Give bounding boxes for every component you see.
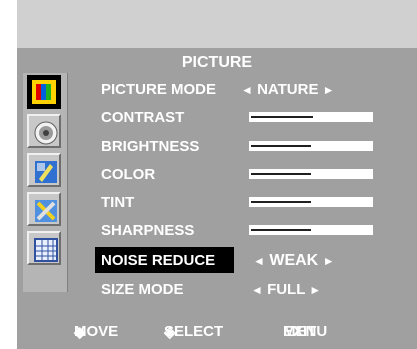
menu-item-label: TINT bbox=[101, 194, 135, 211]
brightness-slider[interactable] bbox=[249, 141, 373, 151]
menu-item-noise-reduce[interactable]: NOISE REDUCE ◄ WEAK ► bbox=[95, 247, 411, 273]
sound-icon bbox=[34, 121, 58, 145]
menu-item-label: BRIGHTNESS bbox=[101, 138, 200, 155]
picture-mode-value[interactable]: ◄ NATURE ► bbox=[241, 81, 335, 98]
slider-fill bbox=[251, 173, 311, 175]
menu-item-tint[interactable]: TINT bbox=[101, 191, 411, 213]
menu-item-sharpness[interactable]: SHARPNESS bbox=[101, 219, 411, 241]
osd-panel: PICTURE PICTURE MODE ◄ NATURE ► CONTRAST… bbox=[17, 48, 417, 349]
menu-item-label: NOISE REDUCE bbox=[101, 252, 216, 269]
sidebar-item-picture[interactable] bbox=[27, 75, 61, 109]
sidebar bbox=[23, 73, 68, 292]
contrast-slider[interactable] bbox=[249, 112, 373, 122]
menu-title: PICTURE bbox=[181, 54, 253, 71]
menu-item-label: PICTURE MODE bbox=[101, 81, 217, 98]
sidebar-item-sound[interactable] bbox=[27, 114, 61, 148]
tint-slider[interactable] bbox=[249, 197, 373, 207]
slider-fill bbox=[251, 116, 313, 118]
menu-item-contrast[interactable]: CONTRAST bbox=[101, 106, 411, 128]
menu-item-color[interactable]: COLOR bbox=[101, 163, 411, 185]
grid-icon bbox=[34, 238, 58, 262]
color-slider[interactable] bbox=[249, 169, 373, 179]
right-arrow-icon[interactable]: ► bbox=[323, 254, 335, 268]
menu-item-brightness[interactable]: BRIGHTNESS bbox=[101, 135, 411, 157]
size-mode-value[interactable]: ◄ FULL ► bbox=[251, 281, 321, 298]
menu-item-picture-mode[interactable]: PICTURE MODE ◄ NATURE ► bbox=[101, 78, 411, 100]
sharpness-slider[interactable] bbox=[249, 225, 373, 235]
slider-fill bbox=[251, 201, 311, 203]
sidebar-item-grid[interactable] bbox=[27, 231, 61, 265]
right-arrow-icon[interactable]: ► bbox=[323, 83, 335, 97]
tools-icon bbox=[35, 200, 57, 222]
menu-item-label: SIZE MODE bbox=[101, 281, 184, 298]
footer-hints: ◆ MOVE ◈ SELECT MENU EXIT bbox=[74, 323, 328, 341]
menu-item-size-mode[interactable]: SIZE MODE ◄ FULL ► bbox=[101, 278, 411, 300]
left-arrow-icon[interactable]: ◄ bbox=[253, 254, 265, 268]
sidebar-item-tools[interactable] bbox=[27, 192, 61, 226]
menu-item-label: CONTRAST bbox=[101, 109, 185, 126]
right-arrow-icon[interactable]: ► bbox=[309, 283, 321, 297]
menu-item-label: COLOR bbox=[101, 166, 156, 183]
sidebar-item-setup[interactable] bbox=[27, 153, 61, 187]
left-arrow-icon[interactable]: ◄ bbox=[241, 83, 253, 97]
setup-icon bbox=[35, 161, 57, 183]
slider-fill bbox=[251, 229, 311, 231]
menu-item-label: SHARPNESS bbox=[101, 222, 195, 239]
top-band bbox=[17, 0, 417, 48]
slider-fill bbox=[251, 145, 311, 147]
left-arrow-icon[interactable]: ◄ bbox=[251, 283, 263, 297]
picture-icon bbox=[32, 80, 56, 104]
noise-reduce-value[interactable]: ◄ WEAK ► bbox=[253, 252, 335, 270]
